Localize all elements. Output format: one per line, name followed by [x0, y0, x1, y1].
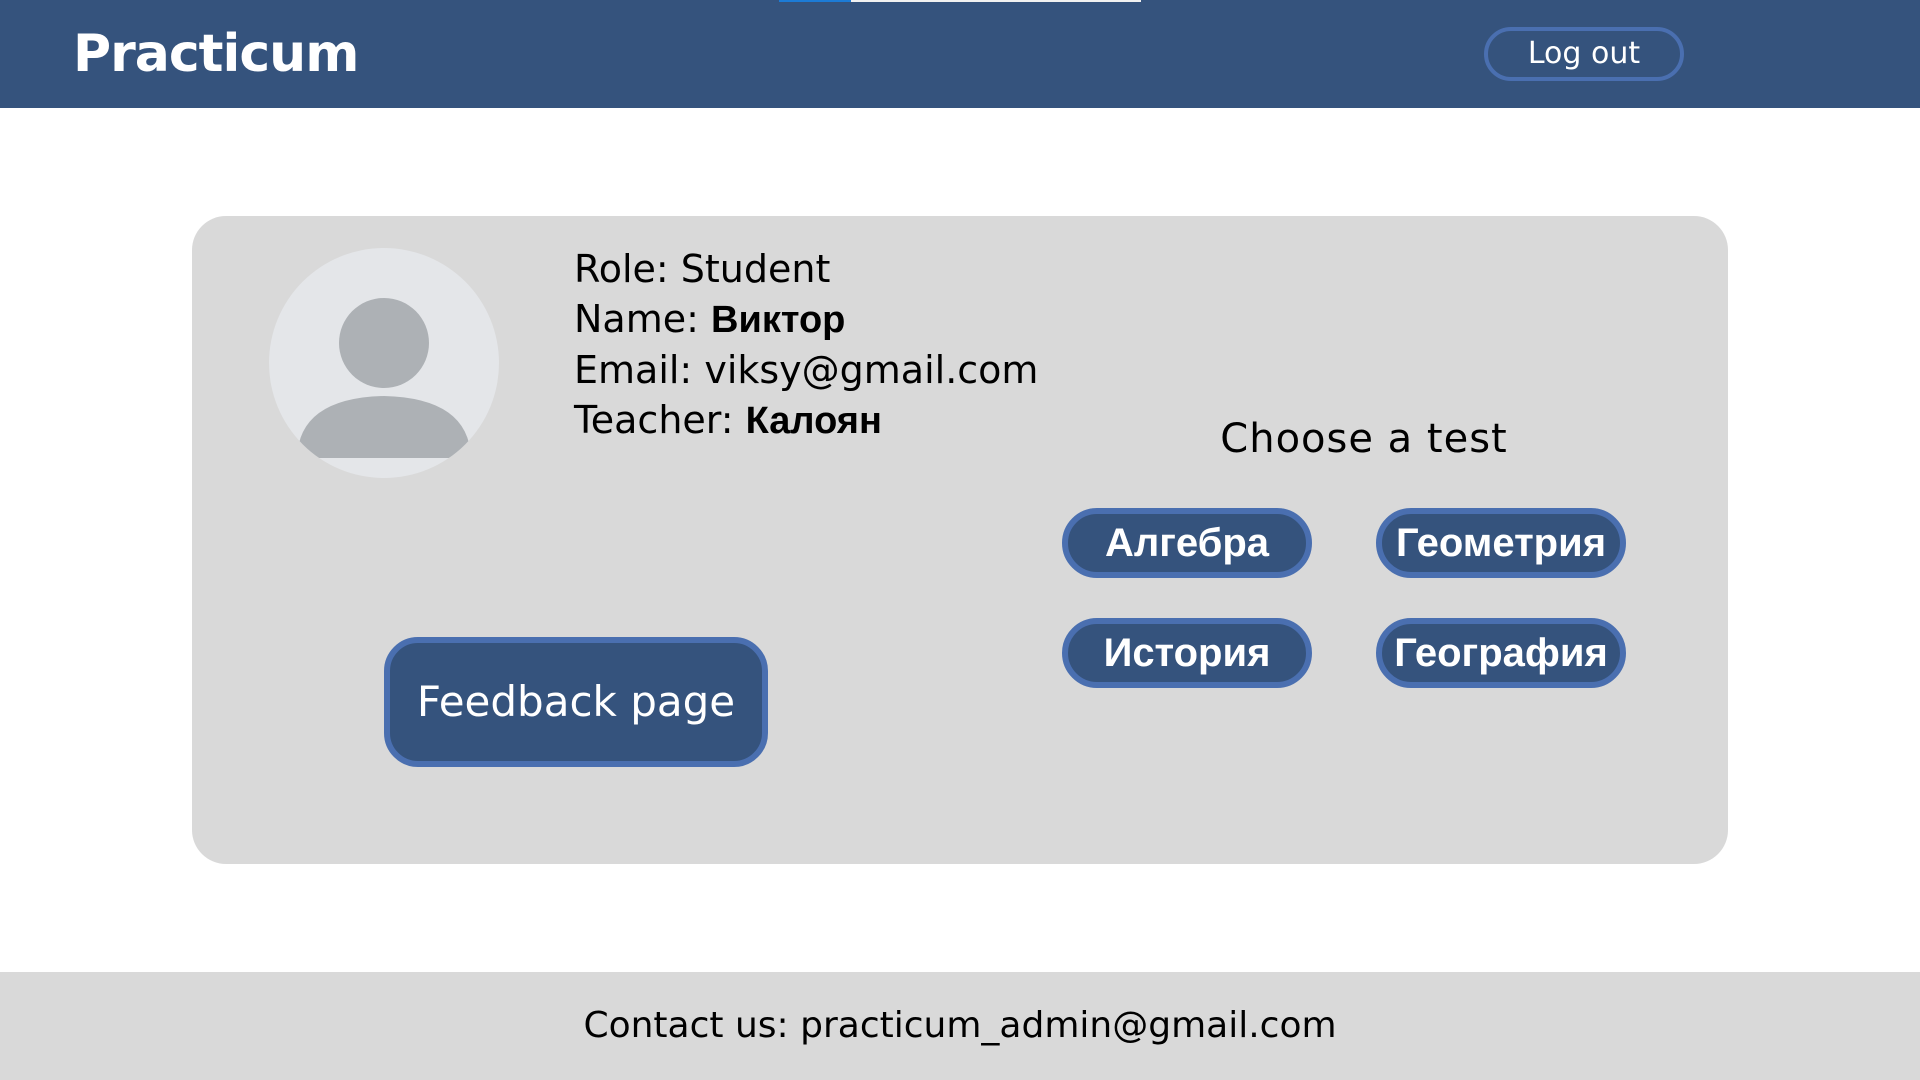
role-value: Student [680, 247, 831, 291]
footer-contact-email[interactable]: practicum_admin@gmail.com [800, 1005, 1336, 1046]
name-value: Виктор [711, 299, 846, 341]
brand-logo[interactable]: Practicum [73, 22, 359, 86]
logout-button[interactable]: Log out [1484, 27, 1684, 81]
test-button-geometry[interactable]: Геометрия [1376, 508, 1626, 578]
name-label: Name: [574, 297, 699, 341]
email-value: viksy@gmail.com [704, 348, 1039, 392]
role-row: Role: Student [574, 244, 1038, 294]
profile-card: Role: Student Name: Виктор Email: viksy@… [192, 216, 1728, 864]
name-row: Name: Виктор [574, 294, 1038, 345]
test-button-history[interactable]: История [1062, 618, 1312, 688]
user-avatar-icon [269, 248, 499, 478]
test-button-geography[interactable]: География [1376, 618, 1626, 688]
feedback-page-button[interactable]: Feedback page [384, 637, 768, 767]
email-row: Email: viksy@gmail.com [574, 345, 1038, 395]
test-button-algebra[interactable]: Алгебра [1062, 508, 1312, 578]
teacher-value: Калоян [745, 400, 882, 442]
loading-indicator [779, 0, 1141, 2]
top-navbar: Practicum Log out [0, 0, 1920, 108]
choose-test-heading: Choose a test [1220, 416, 1508, 462]
footer-contact: Contact us: practicum_admin@gmail.com [0, 972, 1920, 1080]
email-label: Email: [574, 348, 693, 392]
role-label: Role: [574, 247, 669, 291]
profile-info: Role: Student Name: Виктор Email: viksy@… [574, 244, 1038, 446]
footer-contact-label: Contact us: [583, 1005, 789, 1046]
loading-indicator-track [851, 0, 1141, 2]
teacher-label: Teacher: [574, 398, 734, 442]
teacher-row: Teacher: Калоян [574, 395, 1038, 446]
loading-indicator-progress [779, 0, 851, 2]
footer: Contact us: practicum_admin@gmail.com [0, 972, 1920, 1080]
